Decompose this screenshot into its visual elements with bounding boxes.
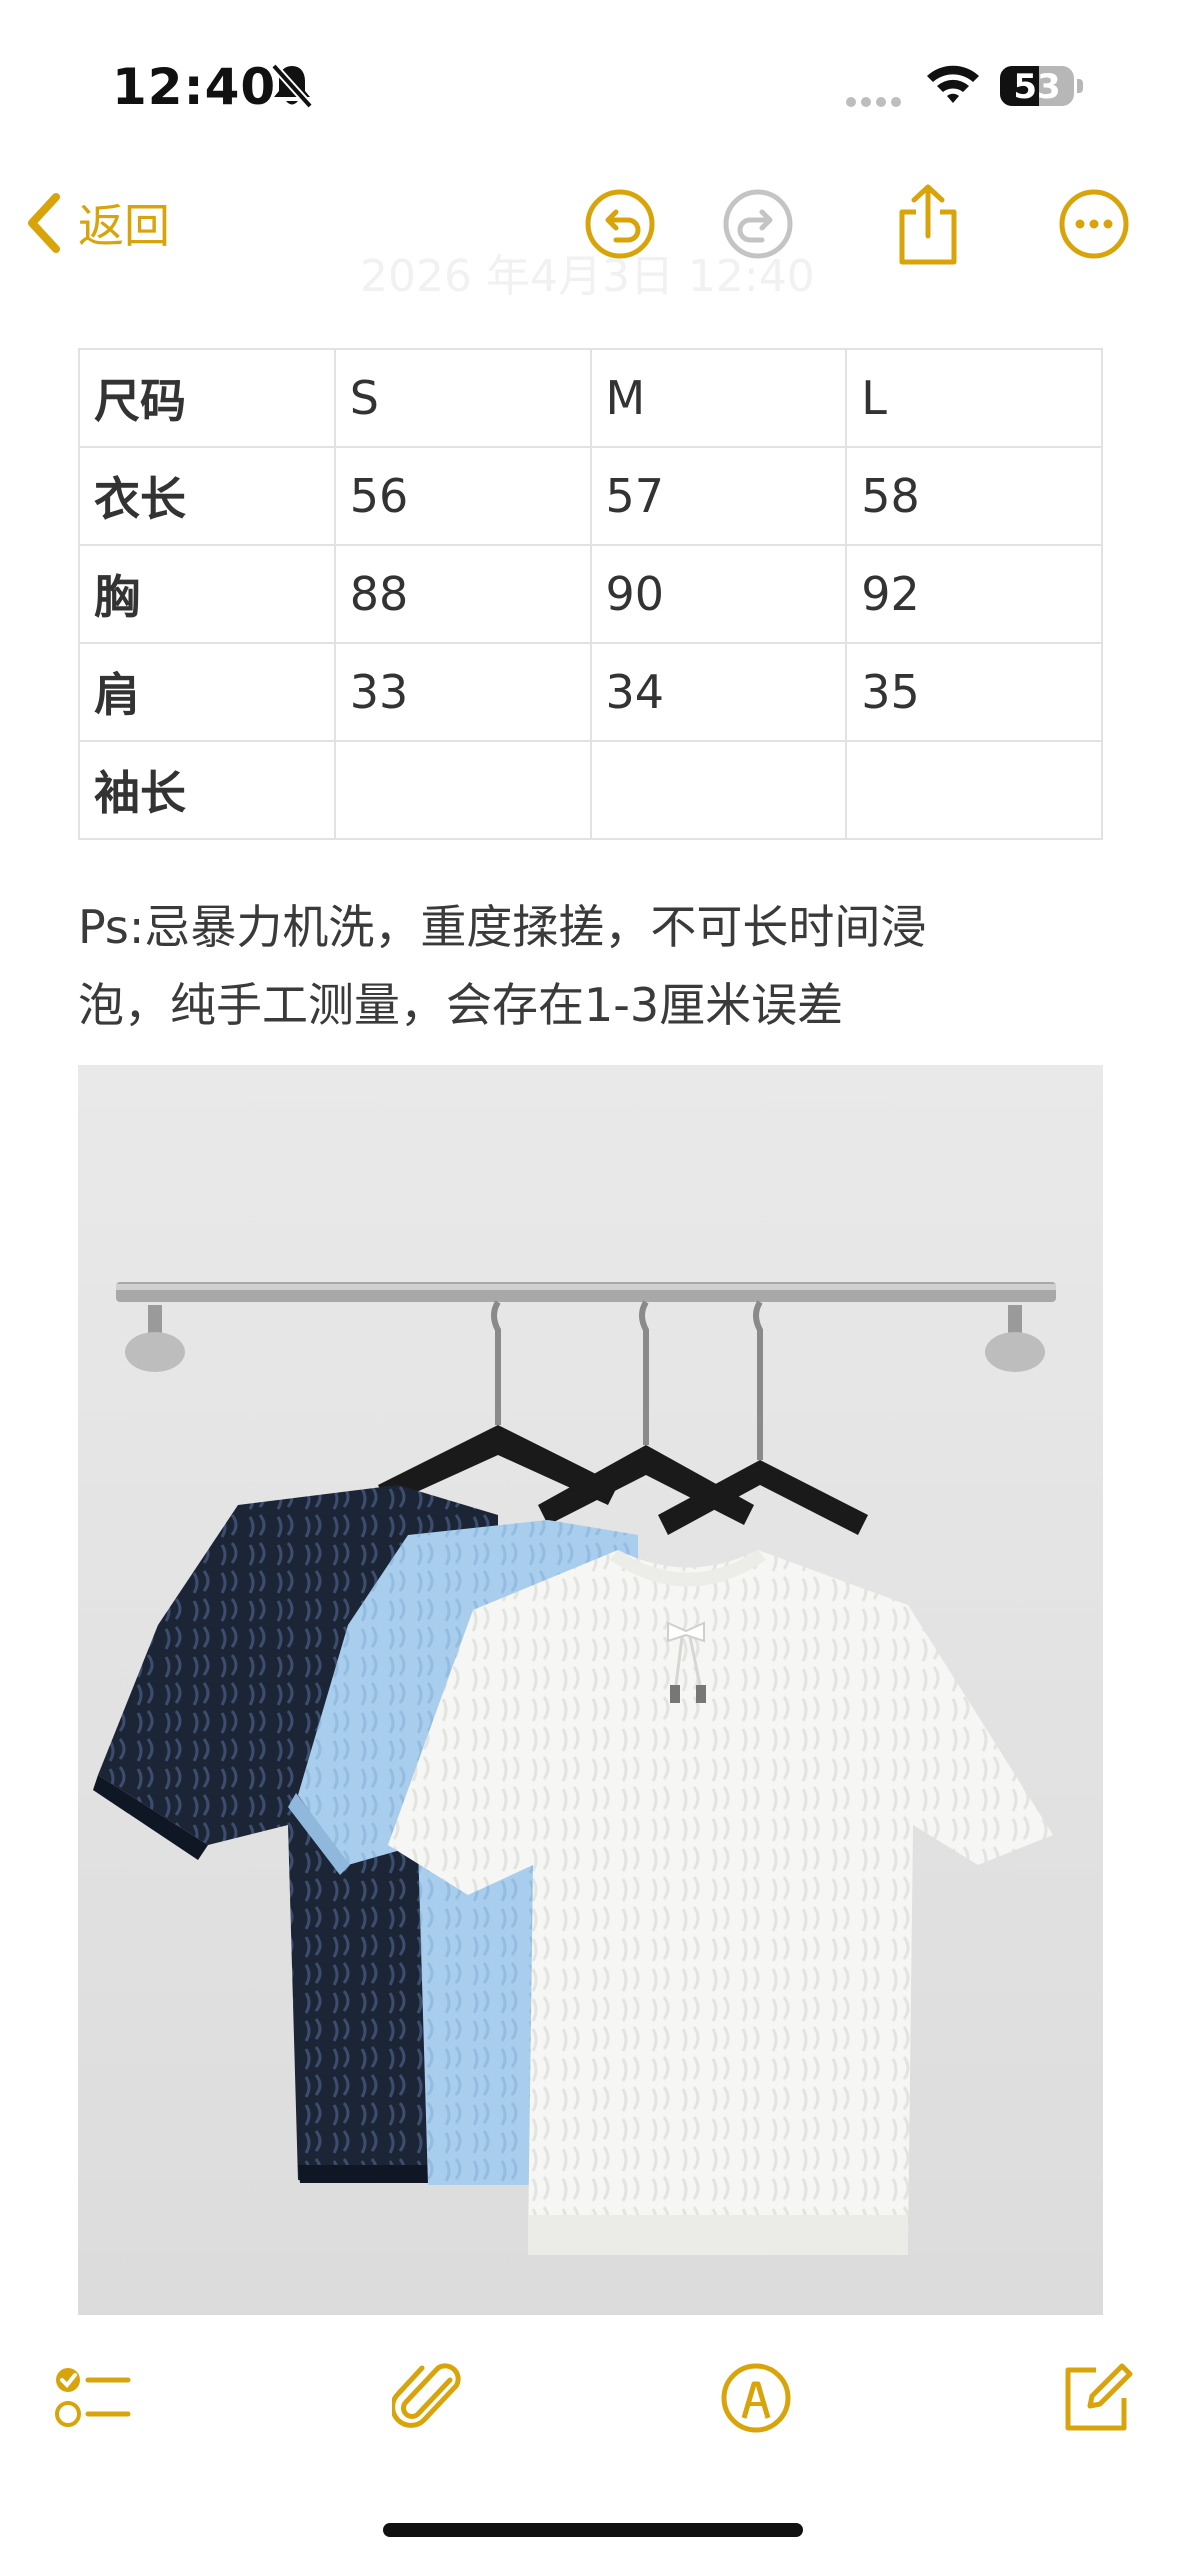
table-row: 尺码 S M L: [78, 348, 1103, 448]
redo-button[interactable]: [720, 186, 796, 262]
product-photo[interactable]: [78, 1065, 1103, 2315]
table-cell: [845, 740, 1103, 840]
compose-button[interactable]: [1056, 2358, 1136, 2438]
row-header-cell: 肩: [78, 642, 336, 742]
table-cell: 56: [333, 446, 592, 546]
undo-button[interactable]: [582, 186, 658, 262]
checklist-icon: [55, 2368, 131, 2427]
table-cell: 58: [845, 446, 1103, 546]
cellular-signal-icon: [846, 97, 901, 107]
table-cell: [589, 740, 848, 840]
table-cell: 90: [589, 544, 848, 644]
table-row: 胸 88 90 92: [78, 544, 1103, 644]
checklist-button[interactable]: [52, 2358, 132, 2438]
markup-pen-icon: [721, 2363, 791, 2433]
attach-button[interactable]: [392, 2358, 472, 2438]
table-cell: 57: [589, 446, 848, 546]
table-row: 衣长 56 57 58: [78, 446, 1103, 546]
undo-icon: [585, 189, 655, 259]
table-row: 袖长: [78, 740, 1103, 840]
table-row: 肩 33 34 35: [78, 642, 1103, 742]
share-icon: [899, 184, 957, 265]
table-cell: 35: [845, 642, 1103, 742]
table-cell: 88: [333, 544, 592, 644]
back-label: 返回: [78, 199, 170, 253]
size-header-cell: L: [845, 348, 1103, 448]
care-note-line-2: 泡，纯手工测量，会存在1-3厘米误差: [78, 978, 844, 1032]
row-header-cell: 胸: [78, 544, 336, 644]
size-table: 尺码 S M L 衣长 56 57 58 胸 88 90 92 肩 33 34 35 袖长: [78, 348, 1103, 840]
share-button[interactable]: [892, 182, 964, 268]
size-header-cell: S: [333, 348, 592, 448]
status-time: 12:40: [112, 58, 277, 116]
size-header-cell: M: [589, 348, 848, 448]
battery-level: 53: [1013, 67, 1061, 106]
bell-off-icon: [271, 63, 313, 109]
back-button[interactable]: 返回: [24, 190, 170, 256]
hanging-shirts-image: [78, 1065, 1103, 2315]
row-header-cell: 衣长: [78, 446, 336, 546]
redo-icon: [723, 189, 793, 259]
battery-cap: [1077, 79, 1083, 93]
table-cell: 34: [589, 642, 848, 742]
table-cell: 33: [333, 642, 592, 742]
battery-indicator: 53: [1000, 66, 1074, 106]
row-header-cell: 袖长: [78, 740, 336, 840]
home-indicator[interactable]: [383, 2523, 803, 2537]
chevron-left-icon: [28, 193, 60, 253]
more-button[interactable]: [1056, 186, 1132, 262]
paperclip-icon: [392, 2363, 461, 2428]
more-icon: [1059, 189, 1129, 259]
row-header-cell: 尺码: [78, 348, 336, 448]
table-cell: [333, 740, 592, 840]
markup-button[interactable]: [716, 2358, 796, 2438]
care-note: Ps:忌暴力机洗，重度揉搓，不可长时间浸 泡，纯手工测量，会存在1-3厘米误差: [78, 888, 1108, 1044]
wifi-icon: [927, 65, 979, 103]
care-note-line-1: Ps:忌暴力机洗，重度揉搓，不可长时间浸: [78, 900, 927, 954]
table-cell: 92: [845, 544, 1103, 644]
compose-icon: [1065, 2363, 1133, 2431]
